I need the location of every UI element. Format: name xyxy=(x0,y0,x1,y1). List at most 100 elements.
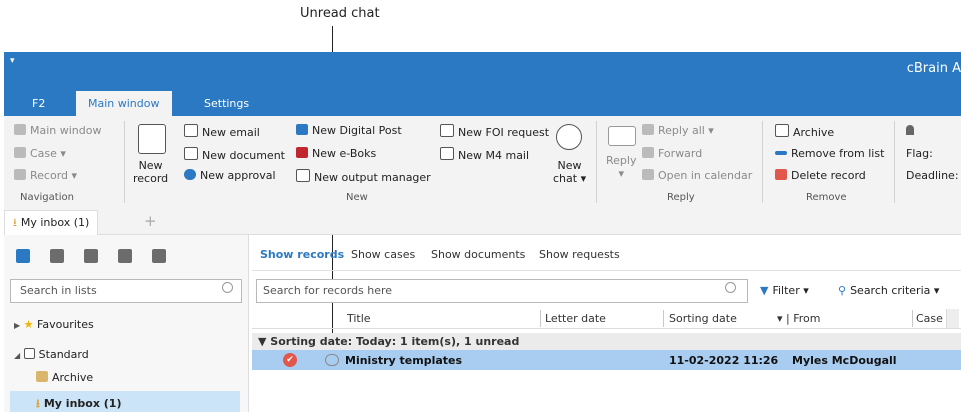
person-icon xyxy=(906,125,914,135)
expand-arrow-icon: ▶ xyxy=(14,321,21,330)
forward-button[interactable]: Forward xyxy=(642,147,702,160)
new-m4-mail-button[interactable]: New M4 mail xyxy=(440,147,529,162)
reply-all-icon xyxy=(642,124,654,135)
show-cases-tab[interactable]: Show cases xyxy=(351,248,415,261)
ribbon-separator xyxy=(596,121,597,203)
flag-label: Flag: xyxy=(906,147,933,160)
column-header-title[interactable]: Title xyxy=(347,312,371,325)
calendar-icon xyxy=(642,169,654,180)
open-in-calendar-button[interactable]: Open in calendar xyxy=(642,169,752,182)
inbox-icon: ⭳ xyxy=(36,397,40,410)
reply-icon xyxy=(608,126,636,146)
case-icon xyxy=(14,147,26,158)
filter-button[interactable]: ▼ Filter ▾ xyxy=(760,284,809,297)
list-search-placeholder: Search in lists xyxy=(20,284,97,297)
navigation-group-label: Navigation xyxy=(20,192,74,203)
archive-icon xyxy=(775,124,789,137)
column-separator xyxy=(663,310,664,327)
contacts-list-icon[interactable] xyxy=(118,249,132,263)
records-search-placeholder: Search for records here xyxy=(263,284,393,297)
tab-my-inbox[interactable]: ⭳ My inbox (1) xyxy=(4,210,99,235)
forward-icon xyxy=(642,147,654,158)
quick-access-menu-icon[interactable]: ▾ xyxy=(10,56,15,66)
delete-icon xyxy=(775,169,787,180)
column-header-case[interactable]: Case xyxy=(916,312,943,325)
eboks-icon xyxy=(296,147,308,158)
output-manager-icon xyxy=(296,169,310,182)
archive-button[interactable]: Archive xyxy=(775,124,834,139)
column-header-sorting-date[interactable]: Sorting date xyxy=(669,312,737,325)
digital-post-icon xyxy=(296,124,308,135)
new-approval-button[interactable]: New approval xyxy=(184,169,276,182)
arrow-left-icon xyxy=(775,151,787,155)
filter-icon: ▼ xyxy=(760,284,769,297)
column-header-from[interactable]: ▾ | From xyxy=(777,312,820,325)
reply-button[interactable]: Reply ▾ xyxy=(606,154,636,180)
collapse-arrow-icon: ◢ xyxy=(14,351,21,360)
show-requests-tab[interactable]: Show requests xyxy=(539,248,620,261)
remove-from-list-button[interactable]: Remove from list xyxy=(775,147,884,160)
tree-item-my-inbox[interactable]: ⭳ My inbox (1) xyxy=(36,395,121,414)
approval-icon xyxy=(184,169,196,180)
divider xyxy=(252,270,961,271)
main-window-button[interactable]: Main window xyxy=(14,124,102,137)
checkmark-icon: ✔ xyxy=(283,353,297,367)
foi-request-icon xyxy=(440,124,454,137)
search-icon[interactable] xyxy=(222,282,233,293)
reply-group-label: Reply xyxy=(667,192,695,203)
case-menu-button[interactable]: Case ▾ xyxy=(14,147,66,160)
ribbon-separator xyxy=(894,121,895,203)
header-divider xyxy=(252,328,961,329)
tree-item-archive[interactable]: Archive xyxy=(36,371,93,384)
row-title: Ministry templates xyxy=(345,354,463,367)
documents-list-icon[interactable] xyxy=(84,249,98,263)
deadline-label: Deadline: xyxy=(906,169,959,182)
reply-all-button[interactable]: Reply all ▾ xyxy=(642,124,714,137)
email-icon xyxy=(184,124,198,137)
tree-item-standard[interactable]: ◢ Standard xyxy=(14,348,89,361)
new-eboks-button[interactable]: New e-Boks xyxy=(296,147,376,160)
document-icon xyxy=(184,147,198,160)
new-digital-post-button[interactable]: New Digital Post xyxy=(296,124,402,137)
group-header-label: ▼ Sorting date: Today: 1 item(s), 1 unre… xyxy=(258,335,520,348)
records-list-icon[interactable] xyxy=(16,249,30,263)
search-criteria-button[interactable]: ⚲ Search criteria ▾ xyxy=(838,284,939,297)
ribbon-separator xyxy=(762,121,763,203)
delete-record-button[interactable]: Delete record xyxy=(775,169,866,182)
row-from: Myles McDougall xyxy=(792,354,897,367)
m4-mail-icon xyxy=(440,147,454,160)
cases-list-icon[interactable] xyxy=(50,249,64,263)
show-documents-tab[interactable]: Show documents xyxy=(431,248,525,261)
column-separator xyxy=(912,310,913,327)
home-icon xyxy=(14,124,26,135)
tab-main-window[interactable]: Main window xyxy=(76,91,172,116)
ribbon-separator xyxy=(124,121,125,203)
new-record-icon xyxy=(138,124,166,154)
new-output-manager-button[interactable]: New output manager xyxy=(296,169,431,184)
callout-label: Unread chat xyxy=(300,6,380,21)
star-icon: ★ xyxy=(23,318,34,331)
search-icon[interactable] xyxy=(725,282,736,293)
app-title: cBrain A xyxy=(906,61,961,76)
tree-item-favourites[interactable]: ▶ ★ Favourites xyxy=(14,318,94,331)
record-menu-button[interactable]: Record ▾ xyxy=(14,169,77,182)
new-group-label: New xyxy=(346,192,368,203)
archive-box-icon xyxy=(36,371,48,382)
new-email-button[interactable]: New email xyxy=(184,124,260,139)
tab-settings[interactable]: Settings xyxy=(192,91,261,116)
column-separator xyxy=(540,310,541,327)
scrollbar-up-icon[interactable] xyxy=(946,309,959,328)
column-header-letter-date[interactable]: Letter date xyxy=(545,312,606,325)
new-foi-request-button[interactable]: New FOI request xyxy=(440,124,549,139)
add-tab-button[interactable]: + xyxy=(144,212,157,230)
show-records-tab[interactable]: Show records xyxy=(260,248,344,261)
remove-group-label: Remove xyxy=(806,192,847,203)
new-document-button[interactable]: New document xyxy=(184,147,285,162)
search-criteria-icon: ⚲ xyxy=(838,284,847,297)
chat-icon xyxy=(556,124,582,150)
folders-list-icon[interactable] xyxy=(152,249,166,263)
tab-f2[interactable]: F2 xyxy=(20,91,57,116)
new-chat-button[interactable]: New chat ▾ xyxy=(553,159,586,185)
new-record-button[interactable]: New record xyxy=(133,159,168,185)
row-sorting-date: 11-02-2022 11:26 xyxy=(669,354,779,367)
